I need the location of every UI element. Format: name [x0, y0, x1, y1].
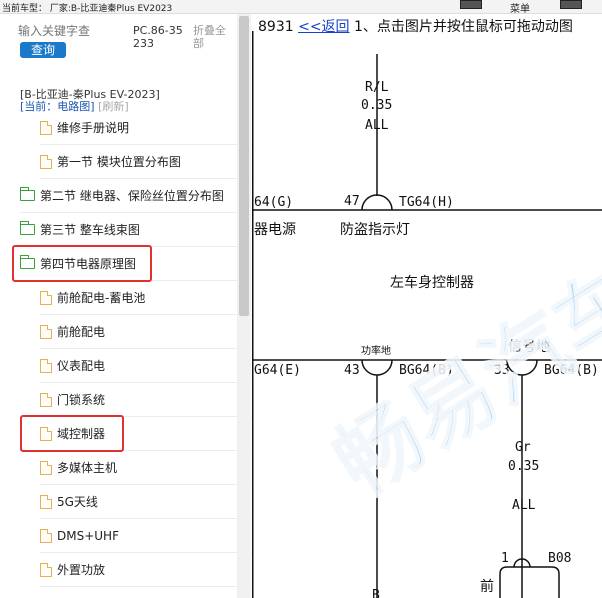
tree-item-label: 前舱配电-蓄电池 — [57, 291, 146, 305]
tree-item-label: DMS+UHF — [57, 528, 119, 543]
tree-item-label: 前舱配电 — [57, 325, 106, 339]
pin-number: 43 — [344, 363, 360, 378]
file-icon — [40, 460, 52, 475]
connector-b08 — [499, 566, 560, 598]
folder-icon — [19, 187, 35, 201]
file-icon — [40, 494, 52, 509]
tree-item-label: 第一节 模块位置分布图 — [57, 155, 181, 169]
scrollbar-thumb[interactable] — [239, 16, 249, 316]
pin-number: 1 — [501, 551, 509, 566]
tree-item-amplifier[interactable]: 外置功放 — [40, 553, 252, 587]
menu-label[interactable]: 菜单 — [510, 0, 530, 15]
tree-item-instrument-power[interactable]: 仪表配电 — [40, 349, 252, 383]
wire-color-label: Gr — [515, 440, 531, 455]
tree-item-label: 多媒体主机 — [57, 461, 118, 475]
connector-label: TG64(H) — [399, 195, 454, 210]
pin-label: B — [372, 588, 380, 598]
signal-label: 功率地 — [361, 346, 391, 357]
file-icon — [40, 562, 52, 577]
file-icon — [40, 120, 52, 135]
file-icon — [40, 528, 52, 543]
diagram-lines — [252, 31, 602, 598]
module-name: 左车身控制器 — [390, 275, 474, 291]
tree-item-label: 5G天线 — [57, 495, 98, 509]
pin-47-symbol — [361, 194, 393, 211]
tree-item-door-lock[interactable]: 门锁系统 — [40, 383, 252, 417]
file-icon — [40, 154, 52, 169]
file-icon — [40, 290, 52, 305]
tree-item-label: 仪表配电 — [57, 359, 106, 373]
query-button[interactable]: 查询 — [20, 42, 66, 58]
connector-label: B08 — [548, 551, 572, 566]
pin-33-symbol — [506, 359, 538, 376]
search-input[interactable] — [18, 22, 126, 40]
tree-item-dms-uhf[interactable]: DMS+UHF — [40, 519, 252, 553]
folder-icon — [19, 221, 35, 235]
file-icon — [40, 392, 52, 407]
tree-item-harness[interactable]: 第三节 整车线束图 — [19, 213, 240, 247]
signal-label: 前 — [480, 579, 494, 595]
diagram-header: 8931 <<返回 1、点击图片并按住鼠标可拖动动图 — [258, 16, 573, 36]
back-link[interactable]: <<返回 — [298, 19, 349, 35]
top-bar: 当前车型： 厂家:B-比亚迪秦Plus EV2023 菜单 — [0, 0, 602, 15]
tree-item-label: 门锁系统 — [57, 393, 106, 407]
connector-label: BG64(B) — [544, 363, 599, 378]
tree-item-front-power[interactable]: 前舱配电 — [40, 315, 252, 349]
pin-number: 33 — [494, 363, 510, 378]
wire-gauge-label: 0.35 — [361, 98, 393, 113]
tree-item-label: 维修手册说明 — [57, 121, 130, 135]
pc-code: PC.86-35233 — [133, 24, 183, 50]
drag-instruction: 1、点击图片并按住鼠标可拖动动图 — [354, 19, 573, 35]
highlight-box — [20, 415, 124, 452]
tree-item-label: 第二节 继电器、保险丝位置分布图 — [40, 189, 224, 203]
signal-label: 防盗指示灯 — [340, 222, 410, 238]
wiring-diagram[interactable]: 8931 <<返回 1、点击图片并按住鼠标可拖动动图 R/L 0.35 ALL … — [252, 14, 602, 598]
fold-all-button[interactable]: 折叠全部 — [193, 24, 235, 50]
toolbar-button[interactable] — [560, 0, 582, 9]
tree-item-5g-antenna[interactable]: 5G天线 — [40, 485, 252, 519]
highlight-box — [12, 245, 152, 282]
tree-item-manual[interactable]: 维修手册说明 — [40, 111, 252, 145]
file-icon — [40, 358, 52, 373]
pin-43-symbol — [361, 359, 393, 376]
tree-item-front-battery[interactable]: 前舱配电-蓄电池 — [40, 281, 252, 315]
tree-item-label: 外置功放 — [57, 563, 106, 577]
wire-scope-label: ALL — [512, 498, 536, 513]
toolbar-button[interactable] — [460, 0, 482, 9]
tree-item-multimedia[interactable]: 多媒体主机 — [40, 451, 252, 485]
connector-label: 64(G) — [254, 195, 294, 210]
header-prefix: 8931 — [258, 19, 294, 35]
wire-color-label: R/L — [365, 80, 389, 95]
connector-label: BG64(B) — [399, 363, 454, 378]
signal-label: 器电源 — [254, 222, 296, 238]
file-icon — [40, 324, 52, 339]
signal-label: 信号地 — [508, 339, 550, 355]
wire-scope-label: ALL — [365, 118, 389, 133]
connector-label: G64(E) — [254, 363, 301, 378]
current-car-type: 当前车型： 厂家:B-比亚迪秦Plus EV2023 — [2, 4, 173, 14]
tree-item-module-location[interactable]: 第一节 模块位置分布图 — [40, 145, 252, 179]
tree-item-label: 第三节 整车线束图 — [40, 223, 140, 237]
pin-number: 47 — [344, 194, 360, 209]
tree-item-relay-fuse[interactable]: 第二节 继电器、保险丝位置分布图 — [19, 179, 240, 213]
left-panel: 查询 PC.86-35233 折叠全部 [B-比亚迪-秦Plus EV-2023… — [0, 14, 252, 598]
wire-gauge-label: 0.35 — [508, 459, 540, 474]
